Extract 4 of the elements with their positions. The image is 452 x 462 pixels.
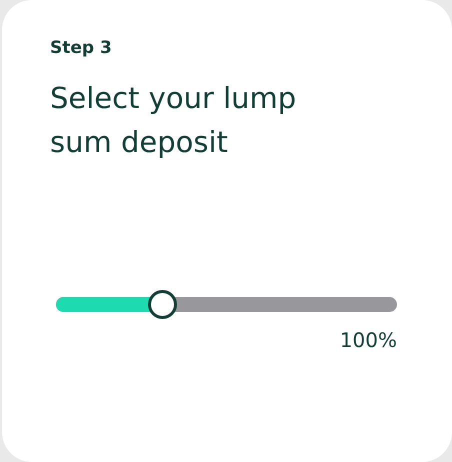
heading: Select your lump sum deposit [50, 80, 298, 160]
slider-value: 100% [338, 326, 397, 354]
step-label: Step 3 [50, 37, 113, 60]
slider-thumb[interactable] [148, 290, 177, 318]
